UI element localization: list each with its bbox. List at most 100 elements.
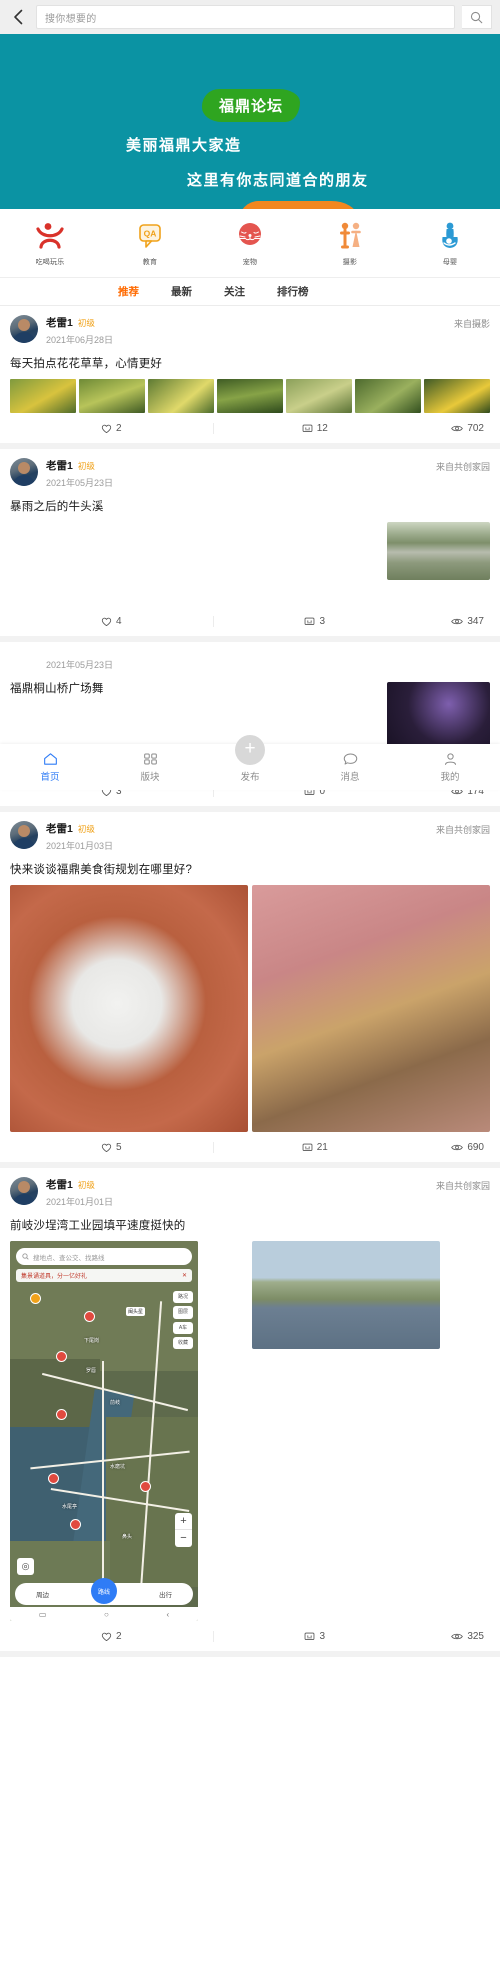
eye-icon — [451, 1633, 464, 1639]
map-search-placeholder: 搜地点、查公交、找路线 — [33, 1254, 105, 1262]
cat-face-icon — [239, 223, 261, 245]
eye-icon — [451, 1144, 464, 1150]
post-card[interactable]: 老雷1 初级 2021年01月03日 来自共创家园 快来谈谈福鼎美食街规划在哪里… — [0, 812, 500, 1168]
svg-text:QA: QA — [144, 229, 157, 239]
post-thumbnail[interactable] — [148, 379, 214, 413]
category-item-pets[interactable]: 宠物 — [200, 221, 300, 267]
post-card[interactable]: 老雷1 初级 2021年05月23日 来自共创家园 暴雨之后的牛头溪 4 3 3… — [0, 449, 500, 642]
home-icon[interactable]: ○ — [104, 1610, 109, 1619]
tab-ranking[interactable]: 排行榜 — [277, 284, 309, 299]
post-user-level-badge: 初级 — [77, 824, 95, 834]
avatar[interactable] — [10, 1177, 38, 1205]
post-comment-stat[interactable]: 12 — [214, 423, 417, 434]
post-thumbnail[interactable] — [79, 379, 145, 413]
map-zoom-in-button[interactable]: + — [175, 1513, 192, 1530]
post-like-stat[interactable]: 5 — [10, 1141, 214, 1153]
post-thumbnail[interactable] — [10, 379, 76, 413]
post-source[interactable]: 来自共创家园 — [436, 1179, 490, 1192]
post-thumbnail[interactable] — [252, 1241, 440, 1349]
post-like-stat[interactable]: 2 — [10, 1630, 214, 1642]
back-icon[interactable]: ‹ — [167, 1610, 170, 1619]
tab-recommended[interactable]: 推荐 — [118, 284, 139, 299]
category-label: 教育 — [142, 259, 158, 266]
map-car-button[interactable]: A车 — [173, 1321, 193, 1334]
plus-icon[interactable]: + — [235, 735, 265, 765]
post-view-stat: 347 — [416, 616, 490, 627]
category-item-photography[interactable]: 摄影 — [300, 221, 400, 267]
category-item-education[interactable]: QA 教育 — [100, 221, 200, 267]
post-map-screenshot[interactable]: 搜地点、查公交、找路线 集景诵道具，分一亿好礼 ✕ 路况 图层 A车 收藏 + … — [10, 1241, 198, 1621]
post-stats: 2 3 325 — [10, 1621, 490, 1651]
post-username[interactable]: 老雷1 — [46, 458, 73, 473]
post-source[interactable]: 来自共创家园 — [436, 460, 490, 473]
post-like-stat[interactable]: 4 — [10, 615, 214, 627]
back-button[interactable] — [8, 5, 28, 29]
post-view-count: 325 — [467, 1630, 484, 1642]
post-thumbnail[interactable] — [252, 885, 490, 1132]
bottom-nav-mine[interactable]: 我的 — [400, 752, 500, 783]
map-favorites-button[interactable]: 收藏 — [173, 1336, 193, 1349]
post-title[interactable]: 每天拍点花花草草，心情更好 — [10, 355, 490, 371]
post-comment-count: 21 — [316, 1141, 328, 1153]
post-title[interactable]: 前岐沙埕湾工业园填平速度挺快的 — [10, 1217, 490, 1233]
map-nearby-button[interactable]: 周边 — [36, 1589, 49, 1599]
hero-banner: 福鼎论坛 美丽福鼎大家造 这里有你志同道合的朋友 马上加入 — [0, 34, 500, 209]
post-like-stat[interactable]: 2 — [10, 422, 214, 434]
tab-latest[interactable]: 最新 — [171, 284, 192, 299]
comment-icon — [302, 424, 313, 432]
post-username[interactable]: 老雷1 — [46, 1177, 73, 1192]
post-username[interactable]: 老雷1 — [46, 315, 73, 330]
post-source[interactable]: 来自共创家园 — [436, 823, 490, 836]
map-travel-button[interactable]: 出行 — [159, 1589, 172, 1599]
post-meta: 老雷1 初级 2021年05月23日 — [46, 458, 113, 489]
map-zoom-out-button[interactable]: − — [175, 1530, 192, 1547]
post-thumbnail[interactable] — [355, 379, 421, 413]
tab-following[interactable]: 关注 — [224, 284, 245, 299]
heart-icon — [101, 617, 112, 626]
post-user-level-badge: 初级 — [77, 318, 95, 328]
category-item-food-fun[interactable]: 吃喝玩乐 — [0, 221, 100, 267]
post-thumbnail[interactable] — [387, 522, 490, 580]
search-input[interactable]: 搜你想要的 — [36, 5, 455, 29]
avatar[interactable] — [10, 315, 38, 343]
map-route-button[interactable]: 路线 — [91, 1578, 117, 1604]
post-comment-stat[interactable]: 3 — [214, 1631, 417, 1642]
post-source[interactable]: 来自摄影 — [454, 317, 490, 330]
bottom-nav-publish[interactable]: + 发布 — [200, 735, 300, 783]
recents-icon[interactable]: ▭ — [39, 1610, 47, 1619]
post-title[interactable]: 快来谈谈福鼎美食街规划在哪里好? — [10, 861, 490, 877]
post-title[interactable]: 暴雨之后的牛头溪 — [10, 498, 490, 514]
map-traffic-button[interactable]: 路况 — [173, 1291, 193, 1304]
avatar[interactable] — [10, 821, 38, 849]
bottom-nav-messages[interactable]: 消息 — [300, 752, 400, 783]
post-comment-stat[interactable]: 3 — [214, 616, 417, 627]
map-promo-text: 集景诵道具，分一亿好礼 — [21, 1274, 88, 1280]
post-card[interactable]: 老雷1 初级 2021年01月01日 来自共创家园 前岐沙埕湾工业园填平速度挺快… — [0, 1168, 500, 1657]
post-stats: 2 12 702 — [10, 413, 490, 443]
post-comment-stat[interactable]: 21 — [214, 1142, 417, 1153]
bottom-nav-home[interactable]: 首页 — [0, 752, 100, 783]
post-thumbnail[interactable] — [424, 379, 490, 413]
post-thumbnail[interactable] — [10, 885, 248, 1132]
post-comment-count: 12 — [316, 422, 328, 434]
avatar[interactable] — [10, 458, 38, 486]
post-header: 老雷1 初级 2021年01月01日 来自共创家园 — [10, 1177, 490, 1208]
search-submit-button[interactable] — [462, 5, 492, 29]
map-promo-banner[interactable]: 集景诵道具，分一亿好礼 ✕ — [16, 1269, 192, 1282]
map-poi-label[interactable]: 闽头星 — [126, 1307, 146, 1316]
post-thumbnail[interactable] — [217, 379, 283, 413]
bottom-nav-label: 首页 — [40, 771, 60, 783]
map-locate-button[interactable]: ◎ — [17, 1558, 34, 1575]
category-item-mother-baby[interactable]: 母婴 — [400, 221, 500, 267]
close-icon[interactable]: ✕ — [182, 1272, 187, 1279]
bottom-nav-sections[interactable]: 版块 — [100, 752, 200, 783]
post-card[interactable]: 老雷1 初级 2021年06月28日 来自摄影 每天拍点花花草草，心情更好 2 — [0, 306, 500, 449]
post-thumbnail[interactable] — [286, 379, 352, 413]
post-username[interactable]: 老雷1 — [46, 821, 73, 836]
map-search-input[interactable]: 搜地点、查公交、找路线 — [16, 1248, 192, 1265]
map-layers-button[interactable]: 图层 — [173, 1306, 193, 1319]
join-now-button[interactable]: 马上加入 — [239, 201, 358, 209]
post-view-count: 690 — [467, 1141, 484, 1153]
bottom-nav-label: 版块 — [140, 771, 160, 783]
top-search-bar: 搜你想要的 — [0, 0, 500, 34]
